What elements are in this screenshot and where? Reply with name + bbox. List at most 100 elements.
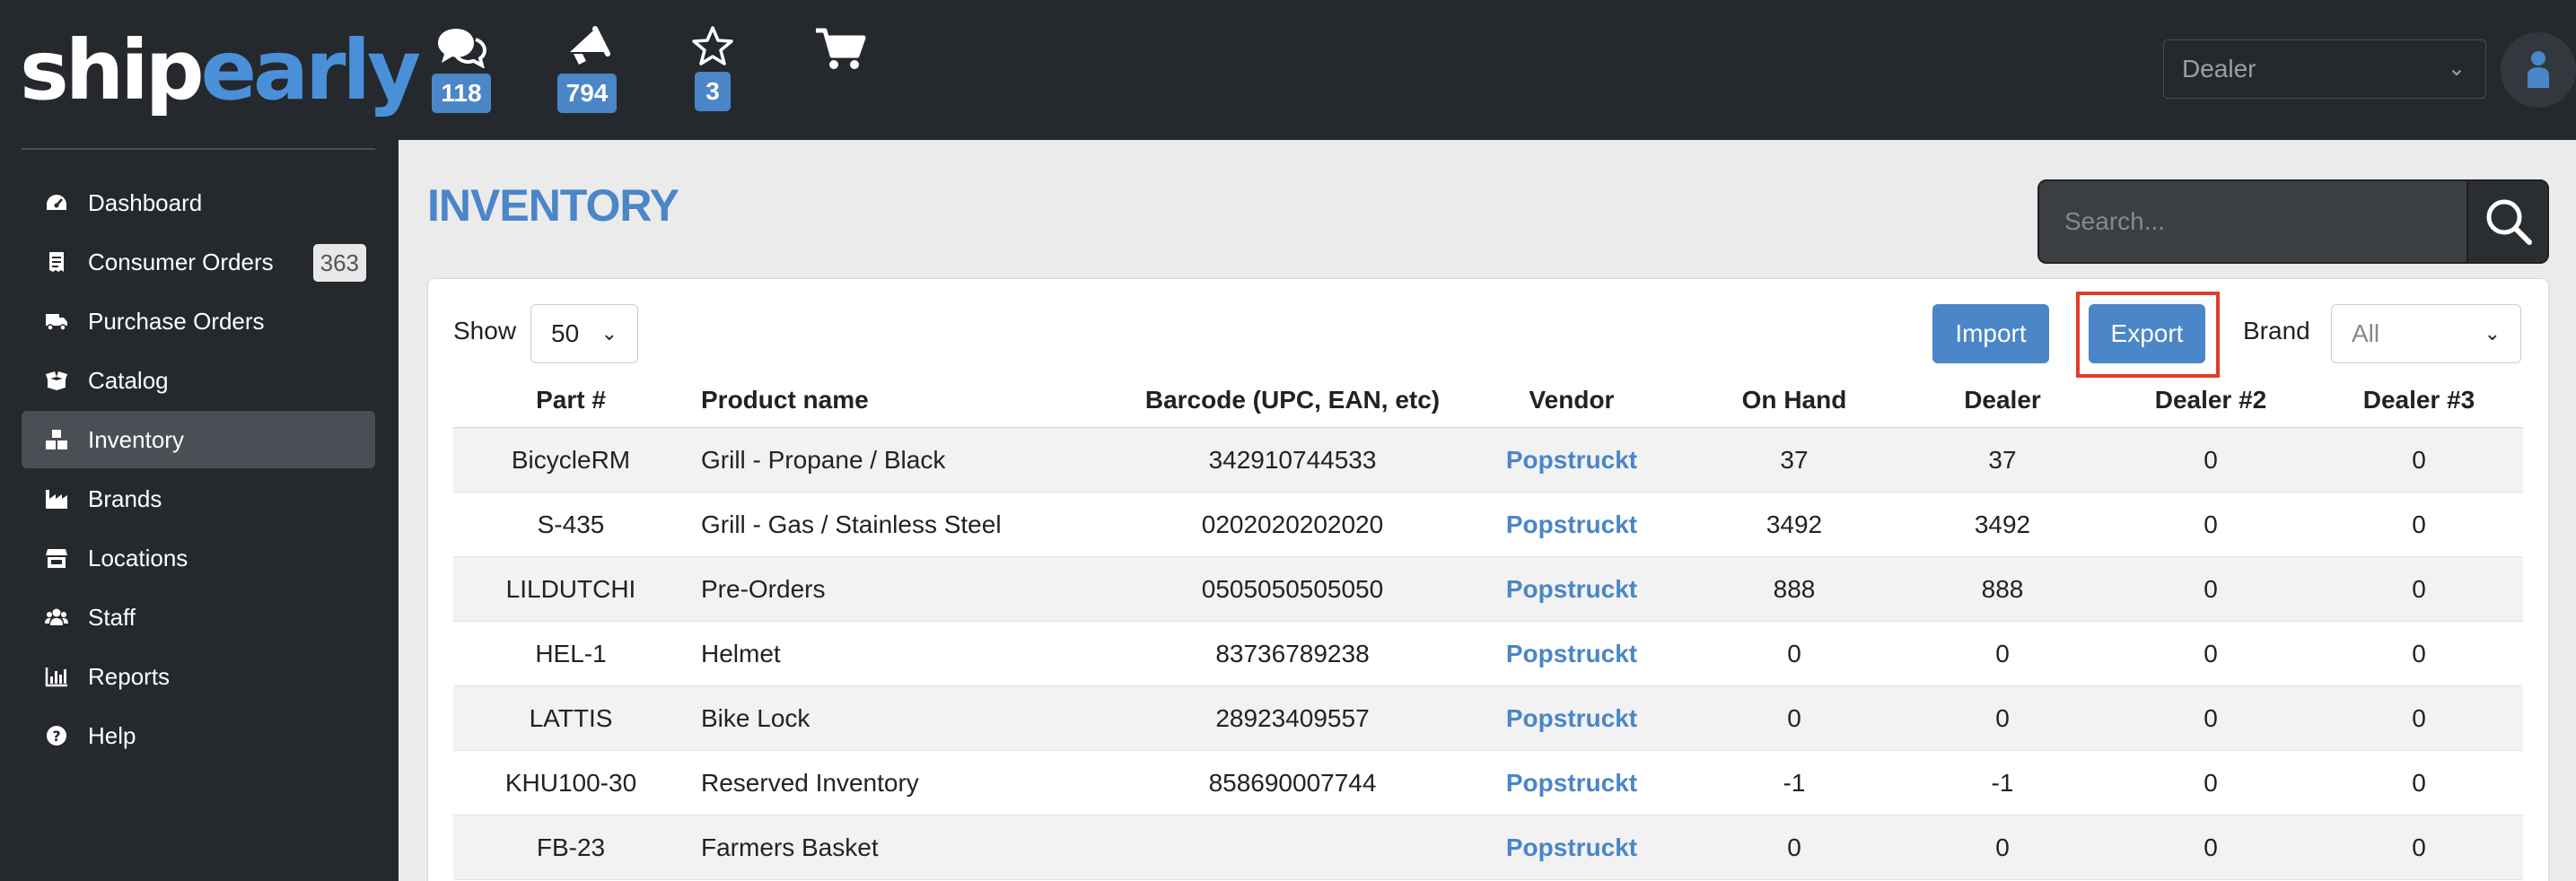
cell-dealer: 888 <box>1981 575 2024 603</box>
cell-part: LATTIS <box>529 704 613 732</box>
sidebar: Dashboard Consumer Orders 363 Purchase O… <box>0 140 399 881</box>
user-avatar-button[interactable] <box>2501 32 2576 108</box>
column-header-part[interactable]: Part # <box>453 372 688 428</box>
vendor-link[interactable]: Popstruckt <box>1455 428 1688 493</box>
import-button[interactable]: Import <box>1932 304 2049 363</box>
cart-icon <box>816 28 866 69</box>
vendor-link[interactable]: Popstruckt <box>1455 493 1688 557</box>
shipearly-logo[interactable]: shipearly <box>20 22 421 120</box>
cell-dealer-2: 0 <box>2204 704 2218 732</box>
chevron-down-icon: ⌄ <box>2484 322 2501 345</box>
cell-part: BicycleRM <box>511 446 631 474</box>
column-header-vendor[interactable]: Vendor <box>1455 372 1688 428</box>
sidebar-item-purchase-orders[interactable]: Purchase Orders <box>22 292 375 350</box>
cell-dealer-3: 0 <box>2412 510 2426 538</box>
nav-favorites[interactable]: 3 <box>677 25 749 111</box>
logo-text-ship: ship <box>20 22 205 118</box>
table-row[interactable]: LATTIS Bike Lock 28923409557 Popstruckt … <box>453 686 2523 751</box>
table-row[interactable]: KHU100-30 Reserved Inventory 85869000774… <box>453 751 2523 816</box>
column-header-dealer-3[interactable]: Dealer #3 <box>2311 372 2527 428</box>
nav-cart[interactable] <box>804 27 876 72</box>
page-size-select[interactable]: 50 ⌄ <box>530 304 638 363</box>
sidebar-item-label: Inventory <box>88 426 184 453</box>
column-header-dealer-2[interactable]: Dealer #2 <box>2103 372 2318 428</box>
sidebar-item-label: Catalog <box>88 367 169 394</box>
cell-on-hand: 0 <box>1787 640 1801 667</box>
show-label: Show <box>453 317 517 345</box>
sidebar-item-reports[interactable]: Reports <box>22 648 375 705</box>
brand-label: Brand <box>2243 317 2310 345</box>
receipt-icon <box>49 252 64 272</box>
sidebar-item-label: Staff <box>88 604 136 631</box>
vendor-link[interactable]: Popstruckt <box>1455 622 1688 686</box>
logo-text-early: early <box>200 22 421 118</box>
table-row[interactable]: HEL-1 Helmet 83736789238 Popstruckt 0 0 … <box>453 622 2523 686</box>
cell-on-hand: 37 <box>1780 446 1809 474</box>
chevron-down-icon: ⌄ <box>2447 57 2466 81</box>
brand-select-value: All <box>2352 319 2380 347</box>
cell-barcode: 0202020202020 <box>1201 510 1384 538</box>
sidebar-item-catalog[interactable]: Catalog <box>22 352 375 409</box>
cell-part: S-435 <box>537 510 605 538</box>
cell-dealer-2: 0 <box>2204 833 2218 861</box>
table-row[interactable]: BicycleRM Grill - Propane / Black 342910… <box>453 428 2523 493</box>
cell-dealer-2: 0 <box>2204 769 2218 797</box>
cell-dealer-3: 0 <box>2412 769 2426 797</box>
boxes-icon <box>46 430 67 449</box>
sidebar-item-consumer-orders[interactable]: Consumer Orders 363 <box>22 233 375 291</box>
search-button[interactable] <box>2466 181 2547 262</box>
page-size-value: 50 <box>551 319 580 347</box>
cell-barcode <box>1135 816 1450 880</box>
cell-dealer: 37 <box>1988 446 2017 474</box>
sidebar-item-locations[interactable]: Locations <box>22 529 375 587</box>
cell-product-name: Bike Lock <box>701 704 810 732</box>
cell-dealer-2: 0 <box>2204 510 2218 538</box>
cell-part: FB-23 <box>536 833 606 861</box>
cell-dealer-3: 0 <box>2412 446 2426 474</box>
table-row[interactable]: LILDUTCHI Pre-Orders 0505050505050 Popst… <box>453 557 2523 622</box>
users-icon <box>45 608 68 625</box>
vendor-link[interactable]: Popstruckt <box>1455 686 1688 751</box>
chevron-down-icon: ⌄ <box>600 322 618 345</box>
table-row[interactable]: FB-23 Farmers Basket Popstruckt 0 0 0 0 <box>453 816 2523 880</box>
cell-barcode: 0505050505050 <box>1201 575 1384 603</box>
cell-dealer: -1 <box>1991 769 2014 797</box>
column-header-dealer[interactable]: Dealer <box>1895 372 2110 428</box>
nav-announcements[interactable]: 794 <box>551 25 623 113</box>
vendor-link[interactable]: Popstruckt <box>1455 557 1688 622</box>
sidebar-item-label: Reports <box>88 663 171 690</box>
search-bar <box>2037 179 2549 264</box>
sidebar-item-inventory[interactable]: Inventory <box>22 411 375 468</box>
top-navbar: shipearly 118 794 3 Dealer ⌄ <box>0 0 2576 140</box>
cell-barcode: 858690007744 <box>1208 769 1377 797</box>
cell-barcode: 342910744533 <box>1208 446 1377 474</box>
export-button[interactable]: Export <box>2089 304 2205 363</box>
cell-product-name: Reserved Inventory <box>701 769 919 797</box>
role-select[interactable]: Dealer ⌄ <box>2163 39 2486 99</box>
cell-product-name: Grill - Gas / Stainless Steel <box>701 510 1002 538</box>
vendor-link[interactable]: Popstruckt <box>1455 816 1688 880</box>
brand-select[interactable]: All ⌄ <box>2331 304 2521 363</box>
cell-dealer: 0 <box>1995 640 2010 667</box>
sidebar-item-brands[interactable]: Brands <box>22 470 375 528</box>
table-row[interactable]: S-435 Grill - Gas / Stainless Steel 0202… <box>453 493 2523 557</box>
tachometer-icon <box>47 195 66 210</box>
sidebar-item-dashboard[interactable]: Dashboard <box>22 174 375 231</box>
cell-dealer-2: 0 <box>2204 575 2218 603</box>
column-header-barcode[interactable]: Barcode (UPC, EAN, etc) <box>1135 372 1450 428</box>
sidebar-item-help[interactable]: ? Help <box>22 707 375 764</box>
nav-messages[interactable]: 118 <box>425 25 497 113</box>
search-input[interactable] <box>2039 181 2466 262</box>
inventory-table: Part # Product name Barcode (UPC, EAN, e… <box>453 372 2523 880</box>
vendor-link[interactable]: Popstruckt <box>1455 751 1688 816</box>
column-header-product-name[interactable]: Product name <box>701 372 1150 428</box>
inventory-panel: Show 50 ⌄ Import Export Brand All ⌄ Part… <box>427 278 2549 881</box>
chart-bar-icon <box>45 667 67 687</box>
sidebar-item-label: Locations <box>88 545 188 571</box>
sidebar-item-staff[interactable]: Staff <box>22 589 375 646</box>
search-icon <box>2486 199 2532 245</box>
column-header-on-hand[interactable]: On Hand <box>1687 372 1902 428</box>
cell-product-name: Farmers Basket <box>701 833 879 861</box>
cell-dealer-3: 0 <box>2412 833 2426 861</box>
cell-product-name: Helmet <box>701 640 781 667</box>
